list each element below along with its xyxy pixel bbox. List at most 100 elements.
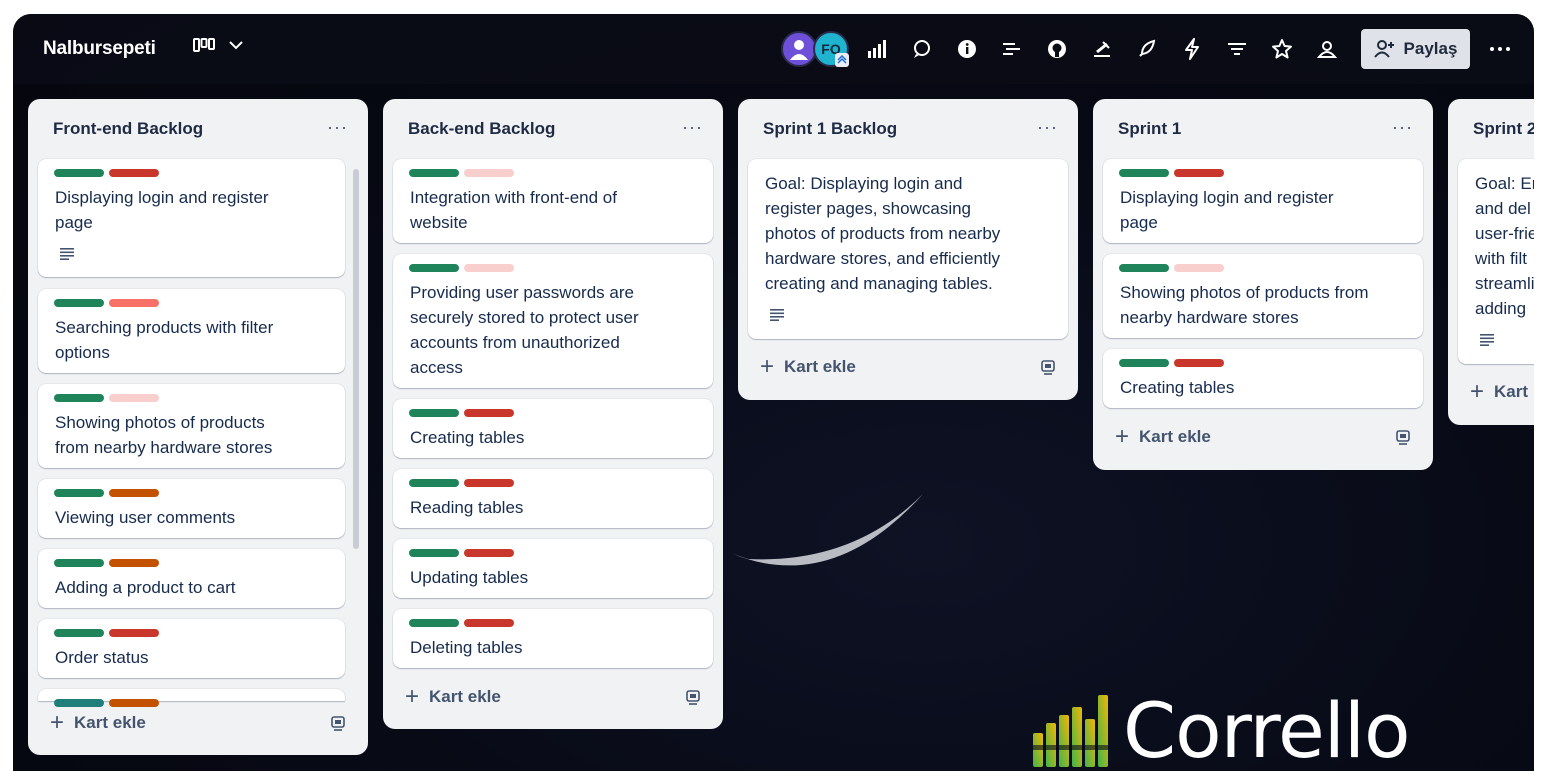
list-card[interactable]: Showing photos of products from nearby ha…: [38, 384, 345, 468]
card-title-line: register pages, showcasing: [765, 199, 972, 218]
label-green: [54, 394, 104, 402]
plus-icon: +: [760, 353, 775, 380]
card-template-icon[interactable]: [685, 690, 701, 711]
card-title-line: Goal: Displaying login and: [765, 174, 963, 193]
list-card[interactable]: Updating tables: [393, 539, 713, 598]
card-template-icon[interactable]: [330, 716, 346, 737]
list-card[interactable]: Searching products with filter options: [38, 289, 345, 373]
rocket-icon[interactable]: [1134, 36, 1160, 62]
timeline-icon[interactable]: [999, 36, 1025, 62]
card-template-icon[interactable]: [1395, 430, 1411, 451]
label-red: [464, 549, 514, 557]
card-title-line: and del: [1475, 199, 1531, 218]
list-menu-icon[interactable]: ···: [327, 117, 348, 138]
list-menu-icon[interactable]: ···: [1392, 117, 1413, 138]
list-card[interactable]: Reading tables: [393, 469, 713, 528]
chat-bubble-icon[interactable]: [909, 36, 935, 62]
board-view-switcher[interactable]: [193, 38, 243, 52]
card-title-line: Deleting tables: [410, 638, 523, 657]
label-red: [1174, 169, 1224, 177]
list-card[interactable]: Displaying login and register page: [38, 159, 345, 277]
card-title-line: Displaying login and register: [1120, 188, 1334, 207]
card-title-line: securely stored to protect user: [410, 308, 639, 327]
list-card[interactable]: Displaying login and register page: [1103, 159, 1423, 243]
admin-badge-icon: [835, 53, 849, 67]
gavel-icon[interactable]: [1089, 36, 1115, 62]
list-card[interactable]: Deleting tables: [393, 609, 713, 668]
add-card-label: Kart ekle: [74, 713, 146, 732]
label-orange: [109, 699, 159, 707]
add-card-button[interactable]: + Kart: [1470, 380, 1528, 404]
list-card[interactable]: Creating tables: [1103, 349, 1423, 408]
card-title-line: access: [410, 358, 463, 377]
label-salmon: [109, 299, 159, 307]
list-title[interactable]: Front-end Backlog: [53, 119, 203, 139]
corrello-logo-text: Corrello: [1123, 686, 1411, 771]
card-title-line: nearby hardware stores: [1120, 308, 1299, 327]
label-teal: [54, 699, 104, 707]
card-title-line: accounts from unauthorized: [410, 333, 620, 352]
add-card-button[interactable]: + Kart ekle: [760, 353, 856, 380]
github-icon[interactable]: [1044, 36, 1070, 62]
avatar[interactable]: [781, 31, 817, 67]
list-card[interactable]: Integration with front-end of website: [393, 159, 713, 243]
description-icon: [770, 308, 786, 326]
list-menu-icon[interactable]: ···: [1037, 117, 1058, 138]
list-scrollbar[interactable]: [353, 169, 359, 549]
list-title[interactable]: Sprint 1: [1118, 119, 1181, 139]
label-green: [54, 169, 104, 177]
list-title[interactable]: Sprint 1 Backlog: [763, 119, 897, 139]
card-template-icon[interactable]: [1040, 360, 1056, 381]
label-green: [409, 549, 459, 557]
add-user-icon: [1373, 40, 1394, 58]
share-button[interactable]: Paylaş: [1361, 29, 1470, 69]
add-card-button[interactable]: + Kart ekle: [405, 685, 501, 709]
moon-background: [733, 494, 923, 566]
list-back-end-backlog: Back-end Backlog ··· Integration with fr…: [383, 99, 723, 729]
bar-chart-icon[interactable]: [864, 36, 890, 62]
card-title-line: Showing photos of products: [55, 413, 265, 432]
label-pink: [464, 264, 514, 272]
automation-bolt-icon[interactable]: [1179, 36, 1205, 62]
label-orange: [109, 559, 159, 567]
plus-icon: +: [50, 709, 65, 736]
list-card[interactable]: Adding a product to cart: [38, 549, 345, 608]
user-icon: [790, 40, 808, 60]
more-options-icon[interactable]: [1487, 36, 1513, 62]
list-card[interactable]: Goal: Displaying login and register pages…: [748, 159, 1068, 339]
list-front-end-backlog: Front-end Backlog ··· Displaying login a…: [28, 99, 368, 755]
avatar[interactable]: FO: [813, 31, 849, 67]
label-green: [409, 409, 459, 417]
card-title-line: creating and managing tables.: [765, 274, 993, 293]
label-red: [109, 629, 159, 637]
star-icon[interactable]: [1269, 36, 1295, 62]
card-title-line: page: [1120, 213, 1158, 232]
workspace-visibility-icon[interactable]: [1314, 36, 1340, 62]
card-title-line: adding: [1475, 299, 1527, 318]
list-card[interactable]: Showing photos of products from nearby ha…: [1103, 254, 1423, 338]
card-title-line: Providing user passwords are: [410, 283, 634, 302]
card-title-line: streamli: [1475, 274, 1534, 293]
filter-icon[interactable]: [1224, 36, 1250, 62]
card-title-line: user-frie: [1475, 224, 1534, 243]
list-card[interactable]: Order status: [38, 619, 345, 678]
board-title[interactable]: Nalbursepeti: [43, 38, 156, 60]
member-avatars: FO: [781, 31, 849, 67]
list-card[interactable]: Creating tables: [393, 399, 713, 458]
add-card-button[interactable]: + Kart ekle: [1115, 425, 1211, 449]
list-card[interactable]: Providing user passwords are securely sto…: [393, 254, 713, 388]
label-green: [1119, 359, 1169, 367]
list-card[interactable]: Goal: Er and del user-frie with filt streaml…: [1458, 159, 1534, 364]
list-menu-icon[interactable]: ···: [682, 117, 703, 138]
card-title-line: from nearby hardware stores: [55, 438, 273, 457]
list-title[interactable]: Sprint 2: [1473, 119, 1534, 139]
list-title[interactable]: Back-end Backlog: [408, 119, 555, 139]
add-card-label: Kart ekle: [429, 687, 501, 706]
list-card-partial[interactable]: [38, 689, 345, 707]
card-title-line: options: [55, 343, 110, 362]
list-card[interactable]: Viewing user comments: [38, 479, 345, 538]
add-card-button[interactable]: + Kart ekle: [50, 709, 146, 736]
corrello-logo: Corrello: [1033, 686, 1411, 771]
info-icon[interactable]: [954, 36, 980, 62]
card-title-line: Showing photos of products from: [1120, 283, 1369, 302]
